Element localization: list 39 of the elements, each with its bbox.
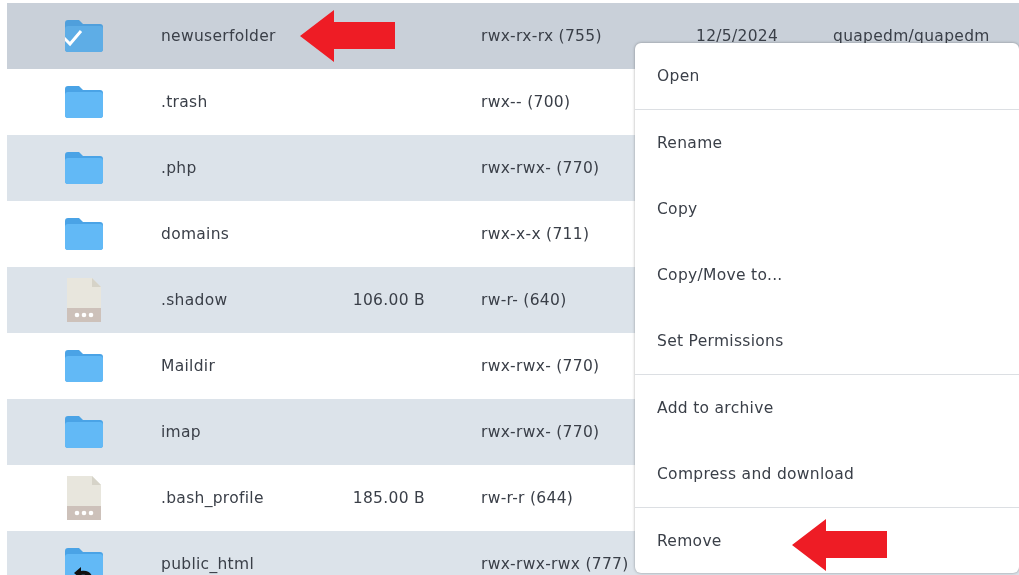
file-permissions: rwx-rwx- (770) <box>481 423 600 441</box>
file-size: 106.00 B <box>352 291 425 309</box>
file-icon <box>67 476 101 520</box>
checked-folder-icon <box>65 20 103 52</box>
menu-item[interactable]: Copy/Move to... <box>657 266 783 284</box>
folder-icon <box>65 152 103 184</box>
folder-shortcut-icon <box>65 548 103 575</box>
file-size: 185.00 B <box>352 489 425 507</box>
menu-item[interactable]: Remove <box>657 532 722 550</box>
folder-icon <box>65 86 103 118</box>
file-name: .php <box>161 159 197 177</box>
file-name: imap <box>161 423 201 441</box>
file-name: .bash_profile <box>161 489 264 507</box>
file-permissions: rwx-x-x (711) <box>481 225 590 243</box>
file-permissions: rwx-- (700) <box>481 93 571 111</box>
file-name: .trash <box>161 93 208 111</box>
file-icon <box>67 278 101 322</box>
file-permissions: rw-r-r (644) <box>481 489 574 507</box>
file-date: 12/5/2024 <box>696 27 779 45</box>
file-permissions: rwx-rwx-rwx (777) <box>481 555 629 573</box>
file-permissions: rw-r- (640) <box>481 291 567 309</box>
folder-icon <box>65 218 103 250</box>
menu-item[interactable]: Copy <box>657 200 698 218</box>
file-permissions: rwx-rwx- (770) <box>481 357 600 375</box>
menu-item[interactable]: Add to archive <box>657 399 774 417</box>
menu-item[interactable]: Set Permissions <box>657 332 784 350</box>
menu-item[interactable]: Compress and download <box>657 465 855 483</box>
folder-icon <box>65 416 103 448</box>
file-permissions: rwx-rwx- (770) <box>481 159 600 177</box>
file-name: .shadow <box>161 291 228 309</box>
menu-item[interactable]: Open <box>657 67 700 85</box>
file-permissions: rwx-rx-rx (755) <box>481 27 602 45</box>
file-name: domains <box>161 225 230 243</box>
file-name: Maildir <box>161 357 216 375</box>
file-name: newuserfolder <box>161 27 276 45</box>
file-owner: quapedm/quapedm <box>833 27 990 45</box>
file-name: public_html <box>161 555 254 573</box>
menu-item[interactable]: Rename <box>657 134 723 152</box>
folder-icon <box>65 350 103 382</box>
